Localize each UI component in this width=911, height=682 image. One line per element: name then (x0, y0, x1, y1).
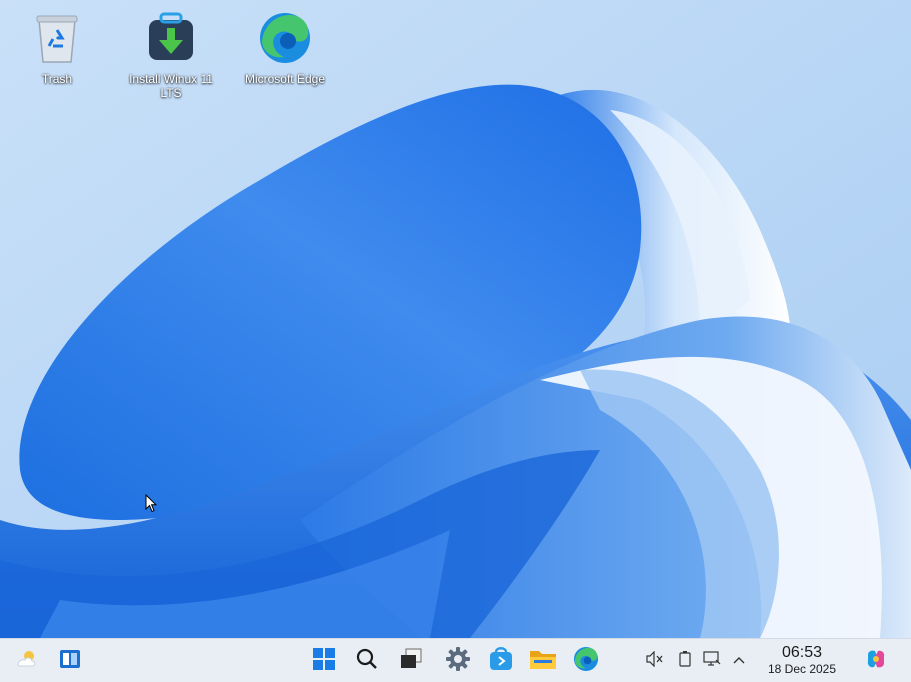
desktop-icon-label: Trash (41, 72, 73, 86)
battery-icon (679, 650, 691, 672)
clock-time: 06:53 (781, 644, 823, 661)
mouse-cursor-icon (145, 494, 157, 513)
weather-icon (14, 647, 38, 676)
clock-button[interactable]: 06:53 18 Dec 2025 (756, 644, 848, 678)
widgets-icon (58, 647, 82, 676)
edge-taskbar-button[interactable] (568, 643, 604, 679)
taskbar: 06:53 18 Dec 2025 (0, 638, 911, 682)
file-explorer-icon (529, 647, 557, 676)
task-view-button[interactable] (393, 643, 429, 679)
weather-widget-button[interactable] (8, 643, 44, 679)
gear-icon (446, 646, 470, 676)
start-icon (313, 647, 335, 675)
search-button[interactable] (349, 643, 385, 679)
store-button[interactable] (483, 643, 519, 679)
file-explorer-button[interactable] (525, 643, 561, 679)
clock-date: 18 Dec 2025 (767, 662, 837, 676)
desktop-icon-install[interactable]: Install Winux 11 LTS (123, 10, 219, 100)
widgets-button[interactable] (52, 643, 88, 679)
chevron-up-icon (732, 652, 746, 670)
battery-button[interactable] (673, 649, 697, 673)
settings-button[interactable] (440, 643, 476, 679)
volume-muted-icon (646, 650, 664, 672)
installer-icon (143, 10, 199, 66)
copilot-button[interactable] (858, 643, 894, 679)
desktop-icon-label: Microsoft Edge (244, 72, 326, 86)
network-icon (703, 650, 721, 672)
edge-icon (257, 10, 313, 66)
start-button[interactable] (306, 643, 342, 679)
task-view-icon (399, 648, 423, 675)
show-hidden-icons-button[interactable] (727, 649, 751, 673)
desktop-icon-label: Install Winux 11 LTS (129, 72, 213, 100)
desktop-icon-edge[interactable]: Microsoft Edge (237, 10, 333, 86)
store-icon (488, 646, 514, 677)
volume-button[interactable] (643, 649, 667, 673)
copilot-icon (864, 647, 888, 676)
search-icon (356, 648, 378, 675)
edge-icon (573, 646, 599, 677)
desktop-icon-trash[interactable]: Trash (9, 10, 105, 86)
network-button[interactable] (700, 649, 724, 673)
recycle-bin-icon (29, 10, 85, 66)
